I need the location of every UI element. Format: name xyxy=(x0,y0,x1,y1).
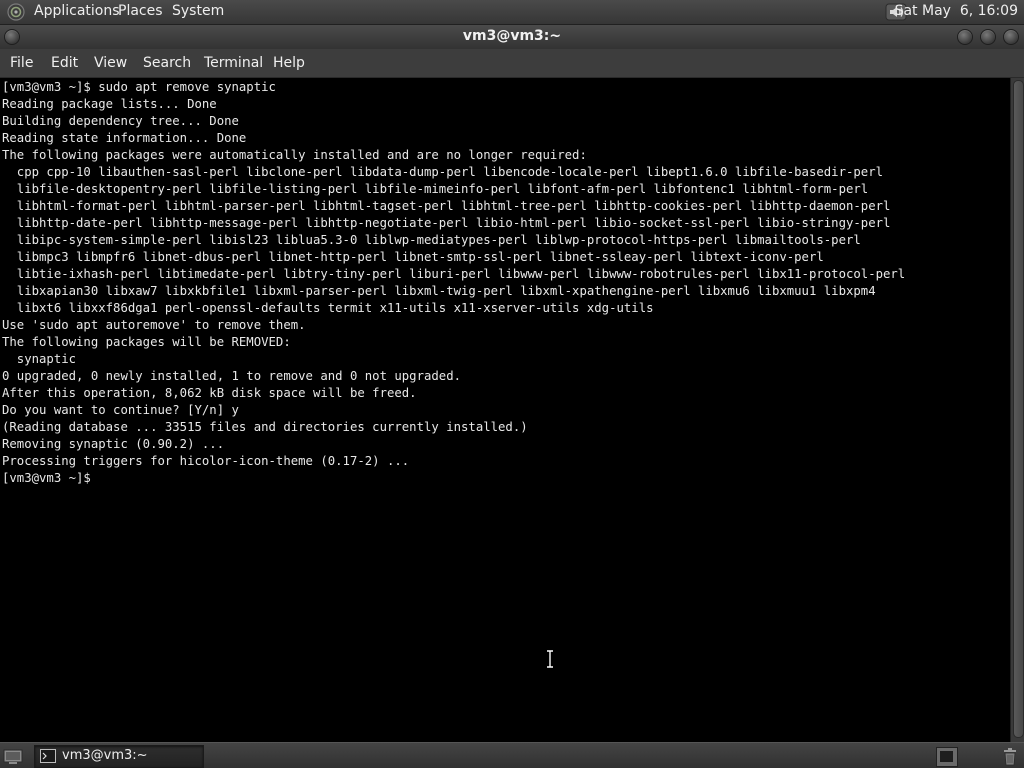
terminal-line: libipc-system-simple-perl libisl23 liblu… xyxy=(2,233,861,247)
menu-terminal[interactable]: Terminal xyxy=(202,49,265,77)
applications-menu[interactable]: Applications xyxy=(30,0,124,22)
gnome-foot-icon[interactable] xyxy=(6,3,26,21)
terminal-line: libhtml-format-perl libhtml-parser-perl … xyxy=(2,199,891,213)
terminal-line: (Reading database ... 33515 files and di… xyxy=(2,420,528,434)
taskbar-label: vm3@vm3:~ xyxy=(62,748,148,763)
terminal-line: Reading state information... Done xyxy=(2,131,247,145)
terminal-line: Reading package lists... Done xyxy=(2,97,217,111)
terminal-text-area[interactable]: [vm3@vm3 ~]$ sudo apt remove synaptic Rea… xyxy=(0,78,1010,742)
panel-clock[interactable]: Sat May 6, 16:09 xyxy=(893,0,1020,22)
terminal-scrollbar[interactable] xyxy=(1010,78,1024,742)
terminal-line: synaptic xyxy=(2,352,77,366)
terminal-line: Use 'sudo apt autoremove' to remove them… xyxy=(2,318,306,332)
maximize-button[interactable] xyxy=(980,29,996,45)
show-desktop-icon[interactable] xyxy=(3,747,23,765)
terminal-line: libfile-desktopentry-perl libfile-listin… xyxy=(2,182,869,196)
terminal-line: After this operation, 8,062 kB disk spac… xyxy=(2,386,417,400)
terminal-line: Processing triggers for hicolor-icon-the… xyxy=(2,454,410,468)
top-panel: Applications Places System Sat May 6, 16… xyxy=(0,0,1024,25)
taskbar-window-button[interactable]: vm3@vm3:~ xyxy=(34,745,204,768)
menu-file[interactable]: File xyxy=(8,49,35,77)
terminal-icon xyxy=(40,749,56,763)
window-titlebar[interactable]: vm3@vm3:~ xyxy=(0,25,1024,49)
terminal-line: libhttp-date-perl libhttp-message-perl l… xyxy=(2,216,891,230)
terminal-output: [vm3@vm3 ~]$ sudo apt remove synaptic Rea… xyxy=(2,79,905,487)
terminal-prompt: [vm3@vm3 ~]$ xyxy=(2,471,99,485)
terminal-line: cpp cpp-10 libauthen-sasl-perl libclone-… xyxy=(2,165,883,179)
terminal-line: Building dependency tree... Done xyxy=(2,114,239,128)
terminal-line: Do you want to continue? [Y/n] y xyxy=(2,403,239,417)
text-cursor-icon xyxy=(547,650,553,668)
places-menu[interactable]: Places xyxy=(114,0,167,22)
terminal-line: The following packages will be REMOVED: xyxy=(2,335,291,349)
terminal-line: Removing synaptic (0.90.2) ... xyxy=(2,437,225,451)
window-title: vm3@vm3:~ xyxy=(462,28,562,44)
workspace-thumbnail xyxy=(940,751,953,762)
window-menubar: File Edit View Search Terminal Help xyxy=(0,49,1024,78)
system-menu[interactable]: System xyxy=(168,0,228,22)
terminal-line: libxt6 libxxf86dga1 perl-openssl-default… xyxy=(2,301,654,315)
terminal-line: libtie-ixhash-perl libtimedate-perl libt… xyxy=(2,267,906,281)
bottom-panel: vm3@vm3:~ xyxy=(0,742,1024,768)
workspace-switcher-icon[interactable] xyxy=(936,747,958,767)
minimize-button[interactable] xyxy=(957,29,973,45)
terminal-window: vm3@vm3:~ File Edit View Search Terminal… xyxy=(0,25,1024,742)
menu-edit[interactable]: Edit xyxy=(49,49,80,77)
terminal-line: The following packages were automaticall… xyxy=(2,148,587,162)
trash-icon[interactable] xyxy=(1002,746,1018,766)
terminal-line: libmpc3 libmpfr6 libnet-dbus-perl libnet… xyxy=(2,250,824,264)
terminal-line: 0 upgraded, 0 newly installed, 1 to remo… xyxy=(2,369,462,383)
desktop-screen: Applications Places System Sat May 6, 16… xyxy=(0,0,1024,768)
scrollbar-thumb[interactable] xyxy=(1013,80,1024,738)
terminal-line: libxapian30 libxaw7 libxkbfile1 libxml-p… xyxy=(2,284,876,298)
close-button[interactable] xyxy=(1003,29,1019,45)
terminal-line: [vm3@vm3 ~]$ sudo apt remove synaptic xyxy=(2,80,276,94)
menu-view[interactable]: View xyxy=(92,49,129,77)
menu-help[interactable]: Help xyxy=(271,49,307,77)
menu-search[interactable]: Search xyxy=(141,49,193,77)
